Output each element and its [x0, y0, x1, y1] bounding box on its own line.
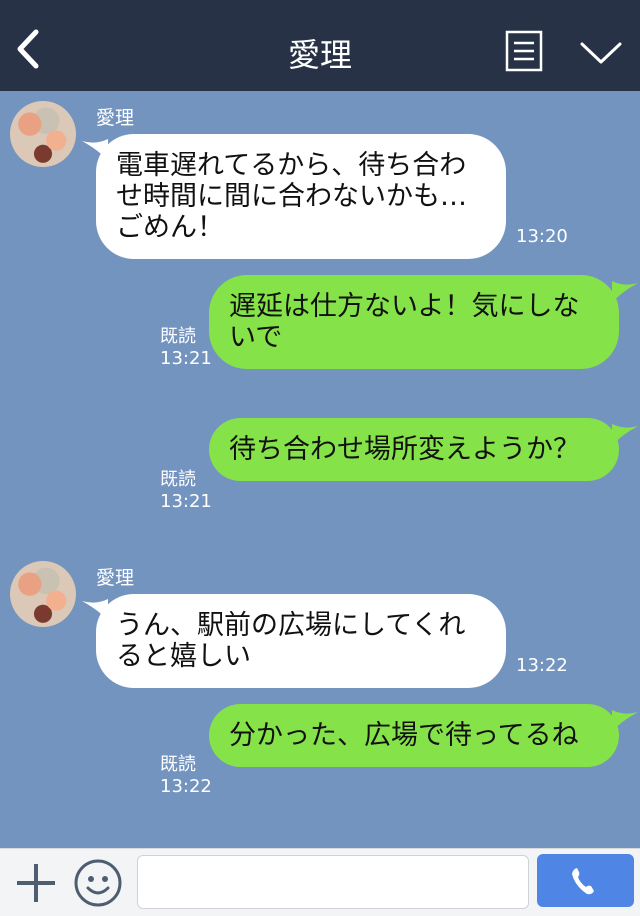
message-time: 13:21: [160, 348, 212, 369]
plus-icon: [17, 864, 55, 902]
read-receipt: 既読 13:21: [160, 326, 212, 370]
chat-header: 愛理: [0, 0, 640, 91]
read-label: 既読: [160, 326, 196, 347]
menu-button[interactable]: [578, 36, 624, 68]
message-composer: [0, 848, 640, 916]
notes-button[interactable]: [505, 30, 543, 72]
chevron-down-icon: [580, 42, 622, 64]
chat-title: 愛理: [287, 36, 352, 74]
message-time: 13:22: [160, 776, 212, 797]
message-bubble[interactable]: うん、駅前の広場にしてくれると嬉しい: [96, 594, 506, 688]
message-time: 13:20: [516, 226, 568, 247]
phone-icon: [572, 868, 594, 895]
sender-name: 愛理: [96, 107, 135, 129]
avatar[interactable]: [10, 101, 76, 167]
sender-name: 愛理: [96, 567, 135, 589]
chat-area[interactable]: 愛理 電車遅れてるから、待ち合わせ時間に間に合わないかも…ごめん！ 13:20 …: [0, 91, 640, 848]
read-receipt: 既読 13:21: [160, 469, 212, 513]
avatar[interactable]: [10, 561, 76, 627]
emoji-button[interactable]: [73, 858, 123, 908]
call-button[interactable]: [537, 854, 634, 907]
message-input[interactable]: [137, 855, 529, 909]
message-bubble[interactable]: 電車遅れてるから、待ち合わせ時間に間に合わないかも…ごめん！: [96, 134, 506, 259]
read-label: 既読: [160, 754, 196, 775]
bubble-tail: [612, 710, 638, 732]
read-receipt: 既読 13:22: [160, 754, 212, 798]
bubble-tail: [612, 424, 638, 446]
message-bubble[interactable]: 待ち合わせ場所変えようか？: [209, 418, 619, 481]
emoji-icon: [74, 859, 122, 907]
read-label: 既読: [160, 469, 196, 490]
bubble-tail: [612, 281, 638, 303]
notes-icon: [505, 30, 543, 72]
message-bubble[interactable]: 遅延は仕方ないよ！気にしないで: [209, 275, 619, 369]
message-time: 13:21: [160, 491, 212, 512]
message-bubble[interactable]: 分かった、広場で待ってるね: [209, 704, 619, 767]
add-attachment-button[interactable]: [14, 861, 58, 905]
message-time: 13:22: [516, 655, 568, 676]
